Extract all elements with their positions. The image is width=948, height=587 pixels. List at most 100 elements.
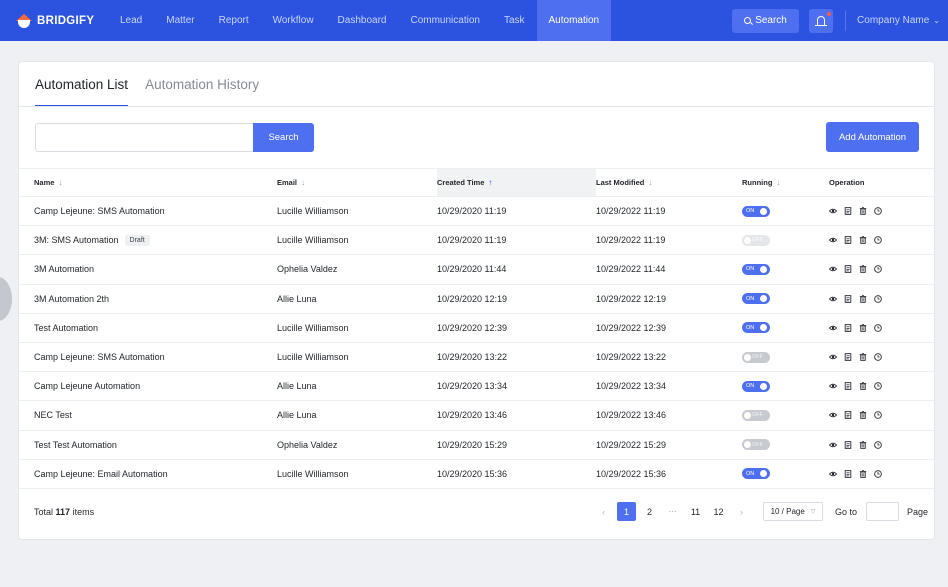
page-2[interactable]: 2 <box>640 502 659 521</box>
eye-icon[interactable] <box>829 470 837 478</box>
table-row[interactable]: Test Test Automation Ophelia Valdez 10/29/… <box>19 431 934 460</box>
tab-automation-history[interactable]: Automation History <box>145 62 259 107</box>
trash-icon[interactable] <box>859 236 867 245</box>
running-toggle[interactable]: ON <box>742 468 770 480</box>
side-panel-handle[interactable] <box>0 277 12 321</box>
page-1[interactable]: 1 <box>617 502 636 521</box>
clock-icon[interactable] <box>874 440 882 449</box>
page-ellipsis[interactable]: ··· <box>663 502 682 521</box>
running-toggle[interactable]: ON <box>742 205 770 217</box>
table-row[interactable]: NEC Test Allie Luna 10/29/2020 13:46 10/29/… <box>19 401 934 431</box>
page-size-select[interactable]: 10 / Page ▽ <box>763 502 823 521</box>
table-row[interactable]: Test Automation Lucille Williamson 10/29/2… <box>19 314 934 343</box>
trash-icon[interactable] <box>859 411 867 420</box>
trash-icon[interactable] <box>859 207 867 215</box>
nav-item-matter[interactable]: Matter <box>154 0 206 41</box>
nav-item-lead[interactable]: Lead <box>108 0 154 41</box>
next-page-icon[interactable]: › <box>732 502 751 521</box>
automation-name[interactable]: NEC Test <box>34 410 72 420</box>
trash-icon[interactable] <box>859 470 867 478</box>
nav-item-dashboard[interactable]: Dashboard <box>326 0 399 41</box>
clock-icon[interactable] <box>874 411 882 420</box>
running-toggle[interactable]: ON <box>742 322 770 334</box>
clock-icon[interactable] <box>874 207 882 215</box>
running-toggle[interactable]: OFF <box>742 409 770 421</box>
header-created-time[interactable]: Created Time ↑ <box>437 169 596 196</box>
automation-name[interactable]: Camp Lejeune: SMS Automation <box>34 206 165 216</box>
header-email[interactable]: Email ↓ <box>277 169 437 196</box>
table-row[interactable]: Camp Lejeune Automation Allie Luna 10/29/2… <box>19 372 934 402</box>
automation-name[interactable]: 3M Automation 2th <box>34 294 109 304</box>
goto-page-input[interactable] <box>866 502 900 521</box>
nav-item-automation[interactable]: Automation <box>536 0 612 41</box>
prev-page-icon[interactable]: ‹ <box>594 502 613 521</box>
search-button[interactable]: Search <box>253 123 314 152</box>
clock-icon[interactable] <box>874 353 882 361</box>
document-icon[interactable] <box>844 469 852 478</box>
table-row[interactable]: Camp Lejeune: SMS Automation Lucille Will… <box>19 343 934 373</box>
eye-icon[interactable] <box>829 441 837 449</box>
eye-icon[interactable] <box>829 411 837 419</box>
document-icon[interactable] <box>844 207 852 215</box>
automation-name[interactable]: Test Test Automation <box>34 440 117 450</box>
eye-icon[interactable] <box>829 353 837 361</box>
eye-icon[interactable] <box>829 236 837 244</box>
trash-icon[interactable] <box>859 324 867 332</box>
clock-icon[interactable] <box>874 382 882 391</box>
eye-icon[interactable] <box>829 295 837 303</box>
automation-name[interactable]: Camp Lejeune: SMS Automation <box>34 352 165 362</box>
trash-icon[interactable] <box>859 294 867 303</box>
automation-name[interactable]: Test Automation <box>34 323 98 333</box>
page-11[interactable]: 11 <box>686 502 705 521</box>
automation-name[interactable]: Camp Lejeune: Email Automation <box>34 469 168 479</box>
nav-item-report[interactable]: Report <box>207 0 261 41</box>
running-toggle[interactable]: OFF <box>742 439 770 451</box>
running-toggle[interactable]: ON <box>742 293 770 305</box>
automation-name[interactable]: Camp Lejeune Automation <box>34 381 140 391</box>
document-icon[interactable] <box>844 411 852 420</box>
document-icon[interactable] <box>844 324 852 332</box>
notifications-button[interactable] <box>809 8 834 33</box>
clock-icon[interactable] <box>874 265 882 274</box>
eye-icon[interactable] <box>829 382 837 390</box>
brand-logo[interactable]: BRIDGIFY <box>16 13 106 28</box>
search-input[interactable] <box>35 123 254 152</box>
company-menu[interactable]: Company Name ⌄ <box>857 15 940 26</box>
document-icon[interactable] <box>844 440 852 449</box>
table-row[interactable]: Camp Lejeune: Email Automation Lucille Wi… <box>19 460 934 489</box>
document-icon[interactable] <box>844 353 852 361</box>
clock-icon[interactable] <box>874 294 882 303</box>
table-row[interactable]: 3M: SMS Automation Draft Lucille Williamso… <box>19 226 934 256</box>
trash-icon[interactable] <box>859 440 867 449</box>
add-automation-button[interactable]: Add Automation <box>826 122 919 152</box>
document-icon[interactable] <box>844 294 852 303</box>
trash-icon[interactable] <box>859 265 867 274</box>
nav-item-workflow[interactable]: Workflow <box>261 0 326 41</box>
trash-icon[interactable] <box>859 382 867 391</box>
eye-icon[interactable] <box>829 207 837 215</box>
header-running[interactable]: Running ↓ <box>742 169 829 196</box>
clock-icon[interactable] <box>874 324 882 332</box>
running-toggle[interactable]: OFF <box>742 351 770 363</box>
table-row[interactable]: Camp Lejeune: SMS Automation Lucille Will… <box>19 197 934 227</box>
running-toggle[interactable]: ON <box>742 380 770 392</box>
table-row[interactable]: 3M Automation Ophelia Valdez 10/29/2020 11… <box>19 255 934 285</box>
eye-icon[interactable] <box>829 265 837 273</box>
eye-icon[interactable] <box>829 324 837 332</box>
header-last-modified[interactable]: Last Modified ↓ <box>596 169 742 196</box>
trash-icon[interactable] <box>859 353 867 361</box>
tab-automation-list[interactable]: Automation List <box>35 62 129 107</box>
page-12[interactable]: 12 <box>709 502 728 521</box>
table-row[interactable]: 3M Automation 2th Allie Luna 10/29/2020 12… <box>19 285 934 314</box>
document-icon[interactable] <box>844 265 852 274</box>
document-icon[interactable] <box>844 382 852 391</box>
automation-name[interactable]: 3M: SMS Automation <box>34 235 119 245</box>
header-name[interactable]: Name ↓ <box>19 169 277 196</box>
running-toggle[interactable]: ON <box>742 263 770 275</box>
document-icon[interactable] <box>844 236 852 245</box>
nav-item-task[interactable]: Task <box>492 0 537 41</box>
global-search-button[interactable]: Search <box>732 8 800 33</box>
automation-name[interactable]: 3M Automation <box>34 264 94 274</box>
nav-item-communication[interactable]: Communication <box>398 0 491 41</box>
clock-icon[interactable] <box>874 469 882 478</box>
